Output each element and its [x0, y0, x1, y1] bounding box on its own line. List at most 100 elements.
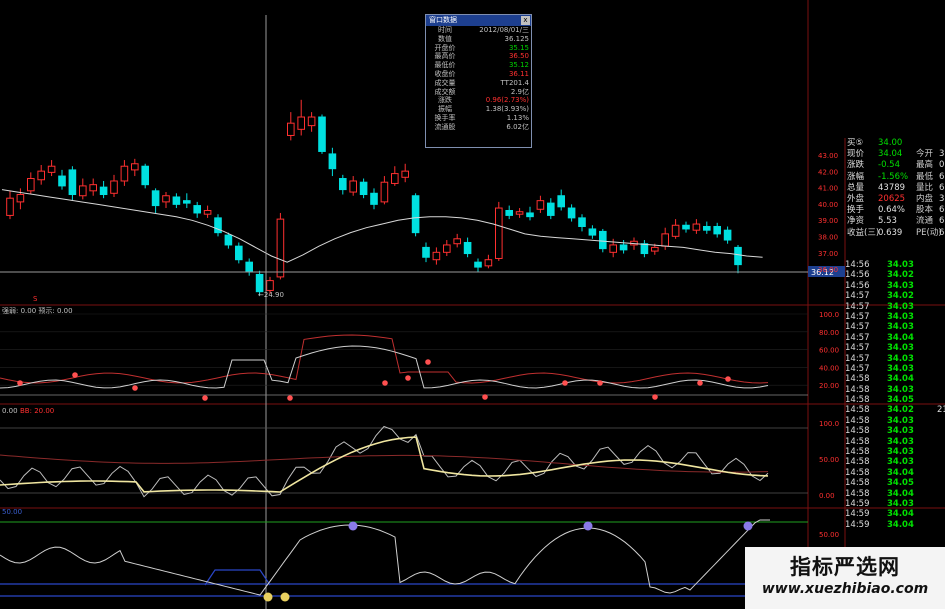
candle-body[interactable] [276, 218, 285, 278]
tick-row[interactable]: 14:57 34.03 [845, 302, 945, 312]
signal-marker[interactable] [425, 359, 431, 365]
candle-body[interactable] [120, 165, 129, 182]
candle-body[interactable] [245, 261, 253, 273]
candle-body[interactable] [547, 202, 555, 216]
candle-body[interactable] [328, 153, 337, 170]
candle-body[interactable] [235, 245, 243, 261]
candle-body[interactable] [339, 178, 347, 191]
data-window-titlebar[interactable]: 窗口数据 x [426, 15, 531, 26]
indicator-1-panel[interactable]: 100.0 80.00 60.00 40.00 20.00 [0, 311, 839, 401]
tick-row[interactable]: 14:58 34.03 [845, 416, 945, 426]
signal-marker[interactable] [17, 380, 23, 386]
tick-row[interactable]: 14:59 34.04 [845, 520, 945, 530]
candle-body[interactable] [692, 223, 701, 231]
indicator-3-panel[interactable]: 50.00 [0, 519, 839, 602]
tick-row[interactable]: 14:58 34.03 [845, 447, 945, 457]
candle-body[interactable] [370, 192, 378, 205]
tick-row[interactable]: 14:57 34.03 [845, 312, 945, 322]
candle-body[interactable] [651, 246, 659, 252]
candle-body[interactable] [6, 197, 14, 216]
candle-body[interactable] [110, 180, 118, 194]
tick-list[interactable]: 14:56 34.03 14:56 34.02 14:56 34.03 14:57 34.02… [845, 260, 945, 530]
candle-body[interactable] [526, 212, 534, 218]
candle-body[interactable] [16, 194, 25, 203]
signal-marker[interactable] [482, 394, 488, 400]
candle-body[interactable] [463, 241, 472, 255]
candle-body[interactable] [151, 190, 160, 207]
tick-row[interactable]: 14:57 34.02 [845, 291, 945, 301]
candle-body[interactable] [588, 228, 597, 236]
tick-row[interactable]: 14:56 34.03 [845, 260, 945, 270]
candle-body[interactable] [723, 229, 732, 241]
candle-body[interactable] [359, 181, 368, 196]
signal-marker[interactable] [132, 385, 138, 391]
tick-row[interactable]: 14:57 34.03 [845, 364, 945, 374]
candle-body[interactable] [318, 116, 326, 152]
candle-body[interactable] [578, 217, 586, 227]
tick-row[interactable]: 14:56 34.03 [845, 281, 945, 291]
candle-body[interactable] [609, 244, 618, 253]
candle-body[interactable] [495, 207, 503, 259]
tick-row[interactable]: 14:57 34.04 [845, 333, 945, 343]
candle-body[interactable] [432, 251, 441, 261]
candle-body[interactable] [203, 210, 212, 215]
candle-body[interactable] [58, 175, 66, 187]
smiley-signal-icon[interactable] [583, 521, 593, 531]
candle-body[interactable] [682, 224, 690, 230]
candle-body[interactable] [443, 244, 451, 253]
tick-row[interactable]: 14:58 34.05 [845, 478, 945, 488]
candle-body[interactable] [27, 178, 35, 192]
signal-marker[interactable] [725, 376, 731, 382]
candle-body[interactable] [557, 195, 566, 208]
candle-body[interactable] [567, 207, 576, 219]
smiley-signal-icon[interactable] [348, 521, 358, 531]
tick-row[interactable]: 14:58 34.04 [845, 489, 945, 499]
tick-row[interactable]: 14:58 34.03 [845, 385, 945, 395]
signal-marker[interactable] [597, 380, 603, 386]
smiley-signal-icon[interactable] [280, 592, 290, 602]
signal-marker[interactable] [72, 372, 78, 378]
tick-row[interactable]: 14:59 34.03 [845, 499, 945, 509]
candle-body[interactable] [422, 246, 430, 258]
close-icon[interactable]: x [521, 16, 530, 25]
candle-body[interactable] [640, 243, 649, 255]
candle-body[interactable] [380, 181, 389, 203]
tick-row[interactable]: 14:58 34.05 [845, 395, 945, 405]
tick-row[interactable]: 14:58 34.03 [845, 426, 945, 436]
signal-marker[interactable] [652, 394, 658, 400]
candle-body[interactable] [307, 116, 316, 127]
smiley-signal-icon[interactable] [263, 592, 273, 602]
candle-body[interactable] [661, 233, 670, 247]
signal-marker[interactable] [562, 380, 568, 386]
tick-row[interactable]: 14:58 34.02 21 [845, 405, 945, 415]
tick-row[interactable]: 14:57 34.03 [845, 343, 945, 353]
candle-body[interactable] [89, 184, 98, 192]
candle-body[interactable] [224, 234, 233, 246]
candle-body[interactable] [297, 116, 305, 130]
candle-body[interactable] [47, 165, 56, 173]
candle-body[interactable] [131, 163, 139, 171]
candle-body[interactable] [474, 261, 482, 268]
candle-body[interactable] [349, 180, 357, 193]
tick-row[interactable]: 14:59 34.04 [845, 509, 945, 519]
candle-body[interactable] [411, 195, 420, 234]
signal-marker[interactable] [382, 380, 388, 386]
candle-body[interactable] [703, 225, 711, 231]
tick-row[interactable]: 14:58 34.04 [845, 468, 945, 478]
candle-body[interactable] [141, 165, 149, 186]
candle-body[interactable] [619, 244, 628, 251]
candle-body[interactable] [68, 169, 77, 196]
tick-row[interactable]: 14:56 34.02 [845, 270, 945, 280]
candle-body[interactable] [266, 280, 274, 291]
tick-row[interactable]: 14:57 34.03 [845, 322, 945, 332]
candle-body[interactable] [515, 211, 524, 215]
candle-body[interactable] [172, 196, 181, 205]
candle-body[interactable] [734, 246, 742, 266]
candle-body[interactable] [599, 230, 607, 250]
signal-marker[interactable] [697, 380, 703, 386]
signal-marker[interactable] [202, 395, 208, 401]
smiley-signal-icon[interactable] [743, 521, 753, 531]
candle-body[interactable] [287, 122, 295, 136]
candle-body[interactable] [99, 186, 108, 196]
tick-row[interactable]: 14:58 34.03 [845, 457, 945, 467]
